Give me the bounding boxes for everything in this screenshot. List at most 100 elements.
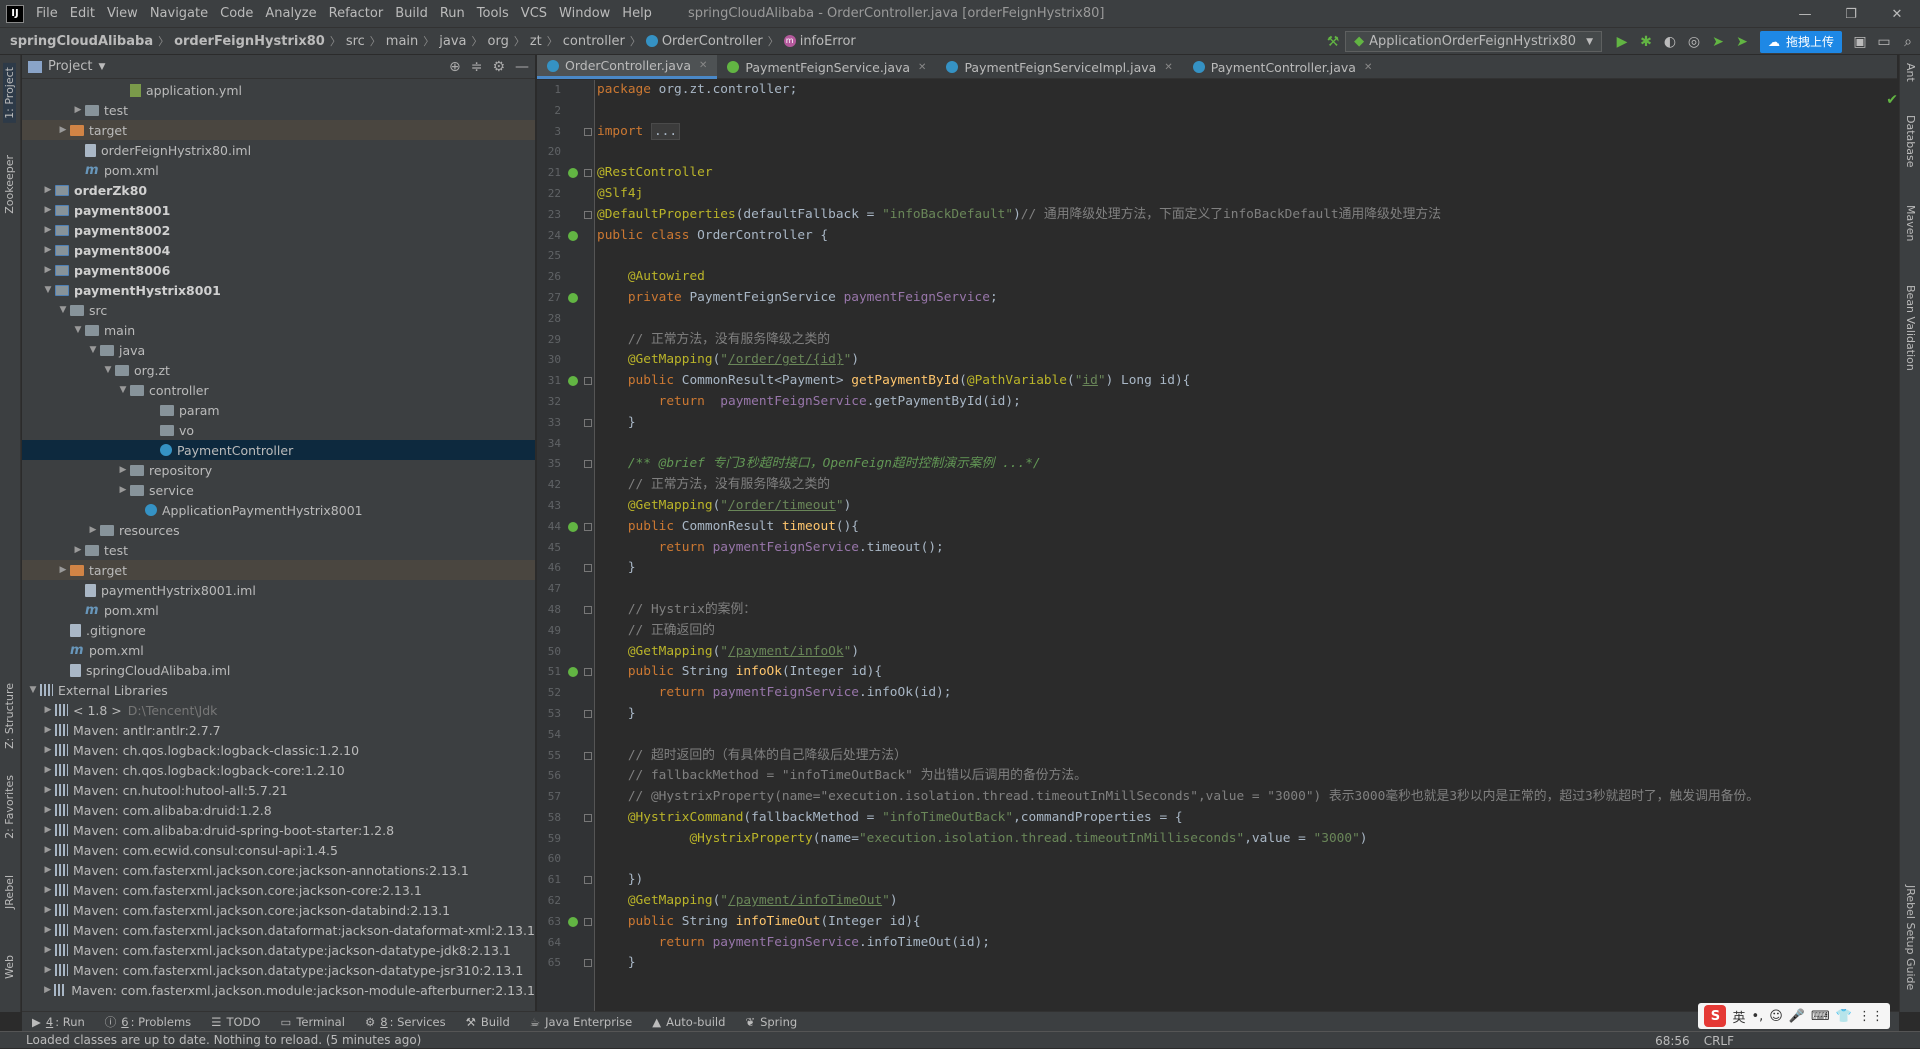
menu-item[interactable]: Refactor <box>323 6 390 21</box>
breadcrumb-item[interactable]: main 〉 <box>386 33 439 49</box>
fold-marker-icon[interactable] <box>584 564 592 573</box>
caret-position[interactable]: 68:56 <box>1655 1034 1690 1048</box>
code-line[interactable]: 42 // 正常方法，没有服务降级之类的 <box>548 475 1897 496</box>
close-tab-icon[interactable]: ✕ <box>918 62 926 73</box>
tree-expand-chevron-icon[interactable]: ▶ <box>41 765 55 775</box>
tree-item[interactable]: ▼ main <box>22 320 535 340</box>
menu-item[interactable]: Analyze <box>259 6 322 21</box>
tree-expand-chevron-icon[interactable]: ▶ <box>71 545 85 555</box>
breadcrumb-item[interactable]: zt 〉 <box>530 33 563 49</box>
code-area[interactable]: 1 package org.zt.controller; 2 3 import ... 2… <box>548 80 1897 974</box>
tool-window-button[interactable]: ⓘ 6: Problems <box>95 1014 201 1030</box>
tree-item[interactable]: ▶ Maven: com.ecwid.consul:consul-api:1.4.… <box>22 840 535 860</box>
run-icon[interactable]: ▶ <box>1610 30 1634 54</box>
tree-item[interactable]: orderFeignHystrix80.iml <box>22 140 535 160</box>
tree-expand-chevron-icon[interactable]: ▼ <box>101 365 115 375</box>
line-separator[interactable]: CRLF <box>1704 1034 1734 1048</box>
tree-expand-chevron-icon[interactable]: ▼ <box>26 685 40 695</box>
inspection-ok-icon[interactable]: ✔ <box>1886 92 1898 108</box>
tree-item[interactable]: ▶ test <box>22 100 535 120</box>
microphone-icon[interactable]: 🎤 <box>1789 1009 1805 1024</box>
code-line[interactable]: 25 <box>548 246 1897 267</box>
emoji-icon[interactable]: ☺ <box>1769 1009 1783 1024</box>
tree-item[interactable]: vo <box>22 420 535 440</box>
tree-item[interactable]: ▶ target <box>22 560 535 580</box>
tree-item[interactable]: ▶ payment8001 <box>22 200 535 220</box>
tool-window-button[interactable]: ▭ Terminal <box>270 1015 354 1029</box>
spring-bean-gutter-icon[interactable] <box>568 916 578 927</box>
code-line[interactable]: 57 // @HystrixProperty(name="execution.i… <box>548 787 1897 808</box>
tree-item[interactable]: ▶ Maven: antlr:antlr:2.7.7 <box>22 720 535 740</box>
tree-expand-chevron-icon[interactable]: ▶ <box>86 525 100 535</box>
code-line[interactable]: 43 @GetMapping("/order/timeout") <box>548 496 1897 517</box>
jrebel-run-icon[interactable]: ➤ <box>1706 30 1730 54</box>
tool-window-button[interactable]: ▲ Auto-build <box>642 1015 735 1029</box>
tree-item[interactable]: m pom.xml <box>22 600 535 620</box>
zookeeper-tool-button[interactable]: Zookeeper <box>3 155 16 214</box>
tree-item[interactable]: ▶ Maven: com.fasterxml.jackson.dataformat… <box>22 920 535 940</box>
profile-icon[interactable]: ◎ <box>1682 30 1706 54</box>
breadcrumb-item[interactable]: java 〉 <box>439 33 487 49</box>
fold-marker-icon[interactable] <box>584 709 592 718</box>
tree-item[interactable]: ApplicationPaymentHystrix8001 <box>22 500 535 520</box>
tree-item[interactable]: m pom.xml <box>22 160 535 180</box>
fold-marker-icon[interactable] <box>584 377 592 386</box>
tree-item[interactable]: .gitignore <box>22 620 535 640</box>
code-line[interactable]: 3 import ... <box>554 122 1897 143</box>
debug-icon[interactable]: ✱ <box>1634 30 1658 54</box>
fold-marker-icon[interactable] <box>584 522 592 531</box>
jrebel-tool-button[interactable]: JRebel <box>3 875 16 909</box>
tree-expand-chevron-icon[interactable]: ▶ <box>71 105 85 115</box>
menu-item[interactable]: Build <box>389 6 434 21</box>
tree-item[interactable]: ▶ test <box>22 540 535 560</box>
tree-item[interactable]: ▶ Maven: com.alibaba:druid:1.2.8 <box>22 800 535 820</box>
code-line[interactable]: 22 @Slf4j <box>548 184 1897 205</box>
restore-icon[interactable]: ❐ <box>1828 0 1874 28</box>
tree-item[interactable]: ▶ target <box>22 120 535 140</box>
tree-expand-chevron-icon[interactable]: ▼ <box>56 305 70 315</box>
menu-item[interactable]: Run <box>434 6 471 21</box>
code-line[interactable]: 61 }) <box>548 870 1897 891</box>
fold-marker-icon[interactable] <box>584 813 592 822</box>
code-line[interactable]: 50 @GetMapping("/payment/infoOk") <box>548 642 1897 663</box>
tree-expand-chevron-icon[interactable]: ▼ <box>71 325 85 335</box>
tree-item[interactable]: PaymentController <box>22 440 535 460</box>
bean-validation-tool-button[interactable]: Bean Validation <box>1904 285 1917 371</box>
breadcrumb-item[interactable]: m infoError <box>783 34 856 49</box>
code-line[interactable]: 23 @DefaultProperties(defaultFallback = "… <box>548 205 1897 226</box>
tree-expand-chevron-icon[interactable]: ▶ <box>41 705 55 715</box>
code-editor[interactable]: 1 package org.zt.controller; 2 3 import ... 2… <box>537 80 1897 1012</box>
coverage-icon[interactable]: ◐ <box>1658 30 1682 54</box>
keyboard-icon[interactable]: ⌨ <box>1811 1009 1830 1024</box>
code-line[interactable]: 47 <box>548 579 1897 600</box>
menu-grid-icon[interactable]: ⋮⋮ <box>1858 1009 1884 1024</box>
tree-expand-chevron-icon[interactable]: ▶ <box>56 125 70 135</box>
tree-expand-chevron-icon[interactable]: ▼ <box>116 385 130 395</box>
tree-expand-chevron-icon[interactable]: ▼ <box>41 285 55 295</box>
fold-marker-icon[interactable] <box>584 127 592 136</box>
menu-item[interactable]: Tools <box>471 6 515 21</box>
code-line[interactable]: 49 // 正确返回的 <box>548 621 1897 642</box>
tool-window-button[interactable]: ⚙ 8: Services <box>355 1015 456 1029</box>
code-line[interactable]: 28 <box>548 309 1897 330</box>
code-line[interactable]: 55 // 超时返回的（有具体的自己降级后处理方法） <box>548 746 1897 767</box>
upload-button[interactable]: ☁ 拖拽上传 <box>1759 30 1842 53</box>
structure-tool-button[interactable]: Z: Structure <box>3 683 16 749</box>
locate-icon[interactable]: ⊕ <box>449 59 461 75</box>
tool-window-button[interactable]: ☰ TODO <box>201 1015 270 1029</box>
jrebel-setup-guide-button[interactable]: JRebel Setup Guide <box>1904 885 1917 990</box>
tree-item[interactable]: ▶ payment8006 <box>22 260 535 280</box>
editor-tab[interactable]: OrderController.java ✕ <box>537 55 718 79</box>
code-line[interactable]: 52 return paymentFeignService.infoOk(id)… <box>548 683 1897 704</box>
tree-expand-chevron-icon[interactable]: ▶ <box>41 185 55 195</box>
tree-item[interactable]: ▼ src <box>22 300 535 320</box>
code-line[interactable]: 59 @HystrixProperty(name="execution.isol… <box>548 829 1897 850</box>
tree-expand-chevron-icon[interactable]: ▶ <box>41 845 55 855</box>
code-line[interactable]: 29 // 正常方法，没有服务降级之类的 <box>548 330 1897 351</box>
fold-marker-icon[interactable] <box>584 751 592 760</box>
chevron-down-icon[interactable]: ▼ <box>98 62 105 72</box>
fold-marker-icon[interactable] <box>584 668 592 677</box>
tree-expand-chevron-icon[interactable]: ▶ <box>41 785 55 795</box>
tree-item[interactable]: ▶ payment8002 <box>22 220 535 240</box>
skin-icon[interactable]: 👕 <box>1836 1009 1852 1024</box>
